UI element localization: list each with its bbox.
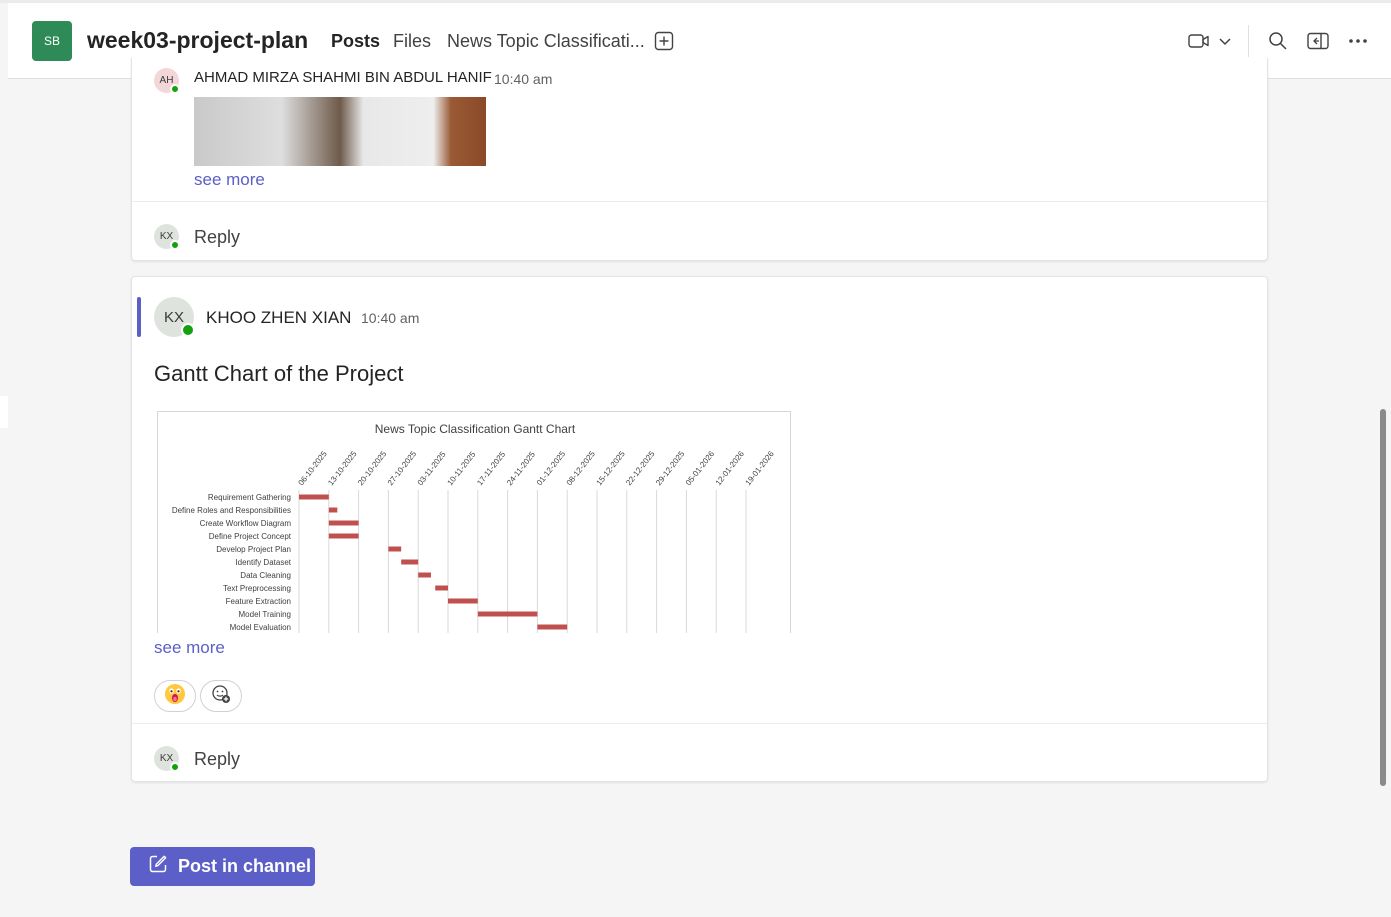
- team-avatar[interactable]: SB: [32, 21, 72, 61]
- message-title: Gantt Chart of the Project: [154, 361, 404, 386]
- add-tab-icon[interactable]: [651, 28, 677, 54]
- sender-name[interactable]: AHMAD MIRZA SHAHMI BIN ABDUL HANIF: [194, 69, 492, 86]
- chart-task-label: Feature Extraction: [226, 597, 291, 606]
- compose-icon: [148, 854, 168, 879]
- tab-posts[interactable]: Posts: [331, 31, 380, 52]
- see-more-link[interactable]: see more: [194, 170, 265, 190]
- header-separator: [1248, 25, 1249, 57]
- gantt-chart: News Topic Classification Gantt Chart 06…: [172, 422, 776, 633]
- chart-x-tick-label: 27-10-2025: [386, 449, 419, 487]
- chart-x-tick-label: 05-01-2026: [684, 449, 717, 487]
- chart-x-tick-label: 10-11-2025: [445, 449, 477, 487]
- chart-bar: [328, 507, 338, 513]
- attached-image[interactable]: [194, 97, 486, 166]
- chart-x-tick-label: 13-10-2025: [326, 449, 359, 487]
- chart-bar: [328, 533, 359, 539]
- presence-badge: [170, 240, 180, 250]
- channel-title: week03-project-plan: [87, 27, 309, 53]
- presence-badge: [170, 84, 180, 94]
- gantt-chart-image[interactable]: News Topic Classification Gantt Chart 06…: [157, 411, 791, 633]
- chart-task-label: Define Roles and Responsibilities: [172, 506, 291, 515]
- chart-bar: [477, 611, 538, 617]
- chart-task-label: Develop Project Plan: [216, 545, 291, 554]
- message-time: 10:40 am: [361, 310, 420, 326]
- reply-button[interactable]: Reply: [194, 227, 240, 248]
- chart-bar: [435, 585, 448, 591]
- chevron-down-icon[interactable]: [1212, 28, 1238, 54]
- chart-bar: [401, 559, 419, 565]
- chart-task-label: Text Preprocessing: [223, 584, 291, 593]
- chart-bar: [299, 494, 329, 500]
- chart-x-tick-label: 12-01-2026: [714, 449, 747, 487]
- chart-task-label: Model Training: [239, 610, 291, 619]
- unread-indicator: [137, 297, 141, 337]
- chart-bar: [448, 598, 478, 604]
- chart-x-tick-label: 20-10-2025: [356, 449, 389, 487]
- chart-x-tick-label: 08-12-2025: [565, 449, 598, 487]
- divider: [132, 201, 1267, 202]
- search-icon[interactable]: [1265, 28, 1291, 54]
- divider: [132, 723, 1267, 724]
- chart-task-labels: Requirement Gathering Define Roles and Re…: [172, 493, 292, 632]
- chart-x-tick-label: 03-11-2025: [416, 449, 448, 487]
- chart-task-label: Data Cleaning: [240, 571, 291, 580]
- chart-x-tick-label: 15-12-2025: [594, 449, 627, 487]
- open-panel-icon[interactable]: [1305, 28, 1331, 54]
- chart-x-tick-label: 17-11-2025: [475, 449, 507, 487]
- video-call-icon[interactable]: [1186, 28, 1212, 54]
- chart-x-tick-labels: 06-10-202513-10-202520-10-202527-10-2025…: [296, 449, 776, 487]
- message-time: 10:40 am: [494, 71, 553, 87]
- reply-button[interactable]: Reply: [194, 749, 240, 770]
- chart-task-label: Identify Dataset: [235, 558, 291, 567]
- tab-news-topic-classification[interactable]: News Topic Classificati...: [447, 31, 645, 52]
- chart-x-tick-label: 29-12-2025: [654, 449, 687, 487]
- chart-bar: [537, 624, 568, 630]
- post-card: AH AHMAD MIRZA SHAHMI BIN ABDUL HANIF 10…: [131, 58, 1268, 261]
- see-more-link[interactable]: see more: [154, 638, 225, 658]
- chart-bar: [388, 546, 402, 552]
- add-reaction-icon: [211, 684, 231, 709]
- post-in-channel-button[interactable]: Post in channel: [130, 847, 315, 886]
- chart-x-tick-label: 24-11-2025: [505, 449, 537, 487]
- sender-name[interactable]: KHOO ZHEN XIAN: [206, 308, 351, 328]
- chart-x-tick-label: 19-01-2026: [743, 449, 776, 487]
- chart-x-tick-label: 06-10-2025: [296, 449, 329, 487]
- presence-badge: [181, 323, 195, 337]
- chart-task-label: Requirement Gathering: [208, 493, 291, 502]
- more-options-icon[interactable]: [1345, 28, 1371, 54]
- chart-task-label: Model Evaluation: [230, 623, 291, 632]
- chart-task-label: Create Workflow Diagram: [200, 519, 292, 528]
- chart-bar: [328, 520, 359, 526]
- post-in-channel-label: Post in channel: [178, 856, 312, 876]
- scrollbar-thumb[interactable]: [1380, 409, 1386, 786]
- reaction-surprised[interactable]: [154, 680, 196, 712]
- post-card: KX KHOO ZHEN XIAN 10:40 am Gantt Chart o…: [131, 276, 1268, 782]
- surprised-emoji-icon: [164, 683, 186, 710]
- sidebar-edge: [0, 396, 8, 428]
- chart-bars: [299, 494, 568, 630]
- chart-x-tick-label: 01-12-2025: [535, 449, 568, 487]
- add-reaction-button[interactable]: [200, 680, 242, 712]
- chart-task-label: Define Project Concept: [209, 532, 292, 541]
- chart-title: News Topic Classification Gantt Chart: [375, 422, 576, 436]
- chart-x-tick-label: 22-12-2025: [624, 449, 657, 487]
- presence-badge: [170, 762, 180, 772]
- tab-files[interactable]: Files: [393, 31, 431, 52]
- chart-bar: [418, 572, 431, 578]
